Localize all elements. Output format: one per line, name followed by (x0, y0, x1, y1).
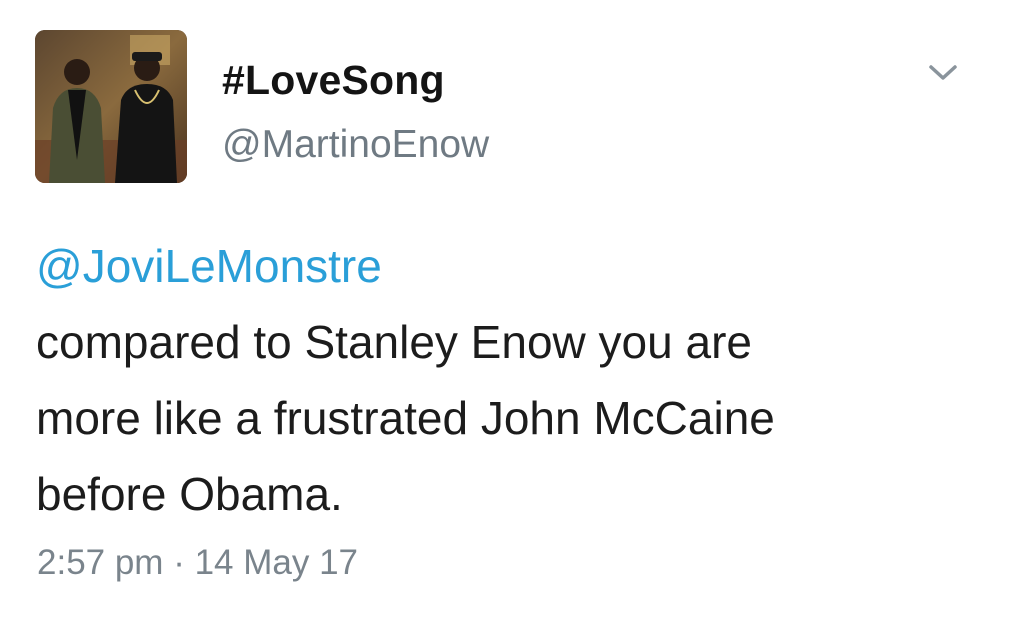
chevron-down-icon[interactable] (925, 58, 961, 86)
tweet-card: #LoveSong @MartinoEnow @JoviLeMonstre co… (0, 0, 1024, 625)
timestamp[interactable]: 2:57 pm · 14 May 17 (37, 543, 358, 583)
tweet-text-line: before Obama. (36, 468, 343, 520)
tweet-text-line: compared to Stanley Enow you are (36, 316, 752, 368)
user-handle[interactable]: @MartinoEnow (222, 123, 489, 167)
display-name[interactable]: #LoveSong (222, 57, 445, 104)
mention-link[interactable]: @JoviLeMonstre (36, 228, 996, 304)
tweet-text-line: more like a frustrated John McCaine (36, 392, 775, 444)
avatar[interactable] (35, 30, 187, 183)
tweet-text: @JoviLeMonstre compared to Stanley Enow … (36, 228, 996, 532)
